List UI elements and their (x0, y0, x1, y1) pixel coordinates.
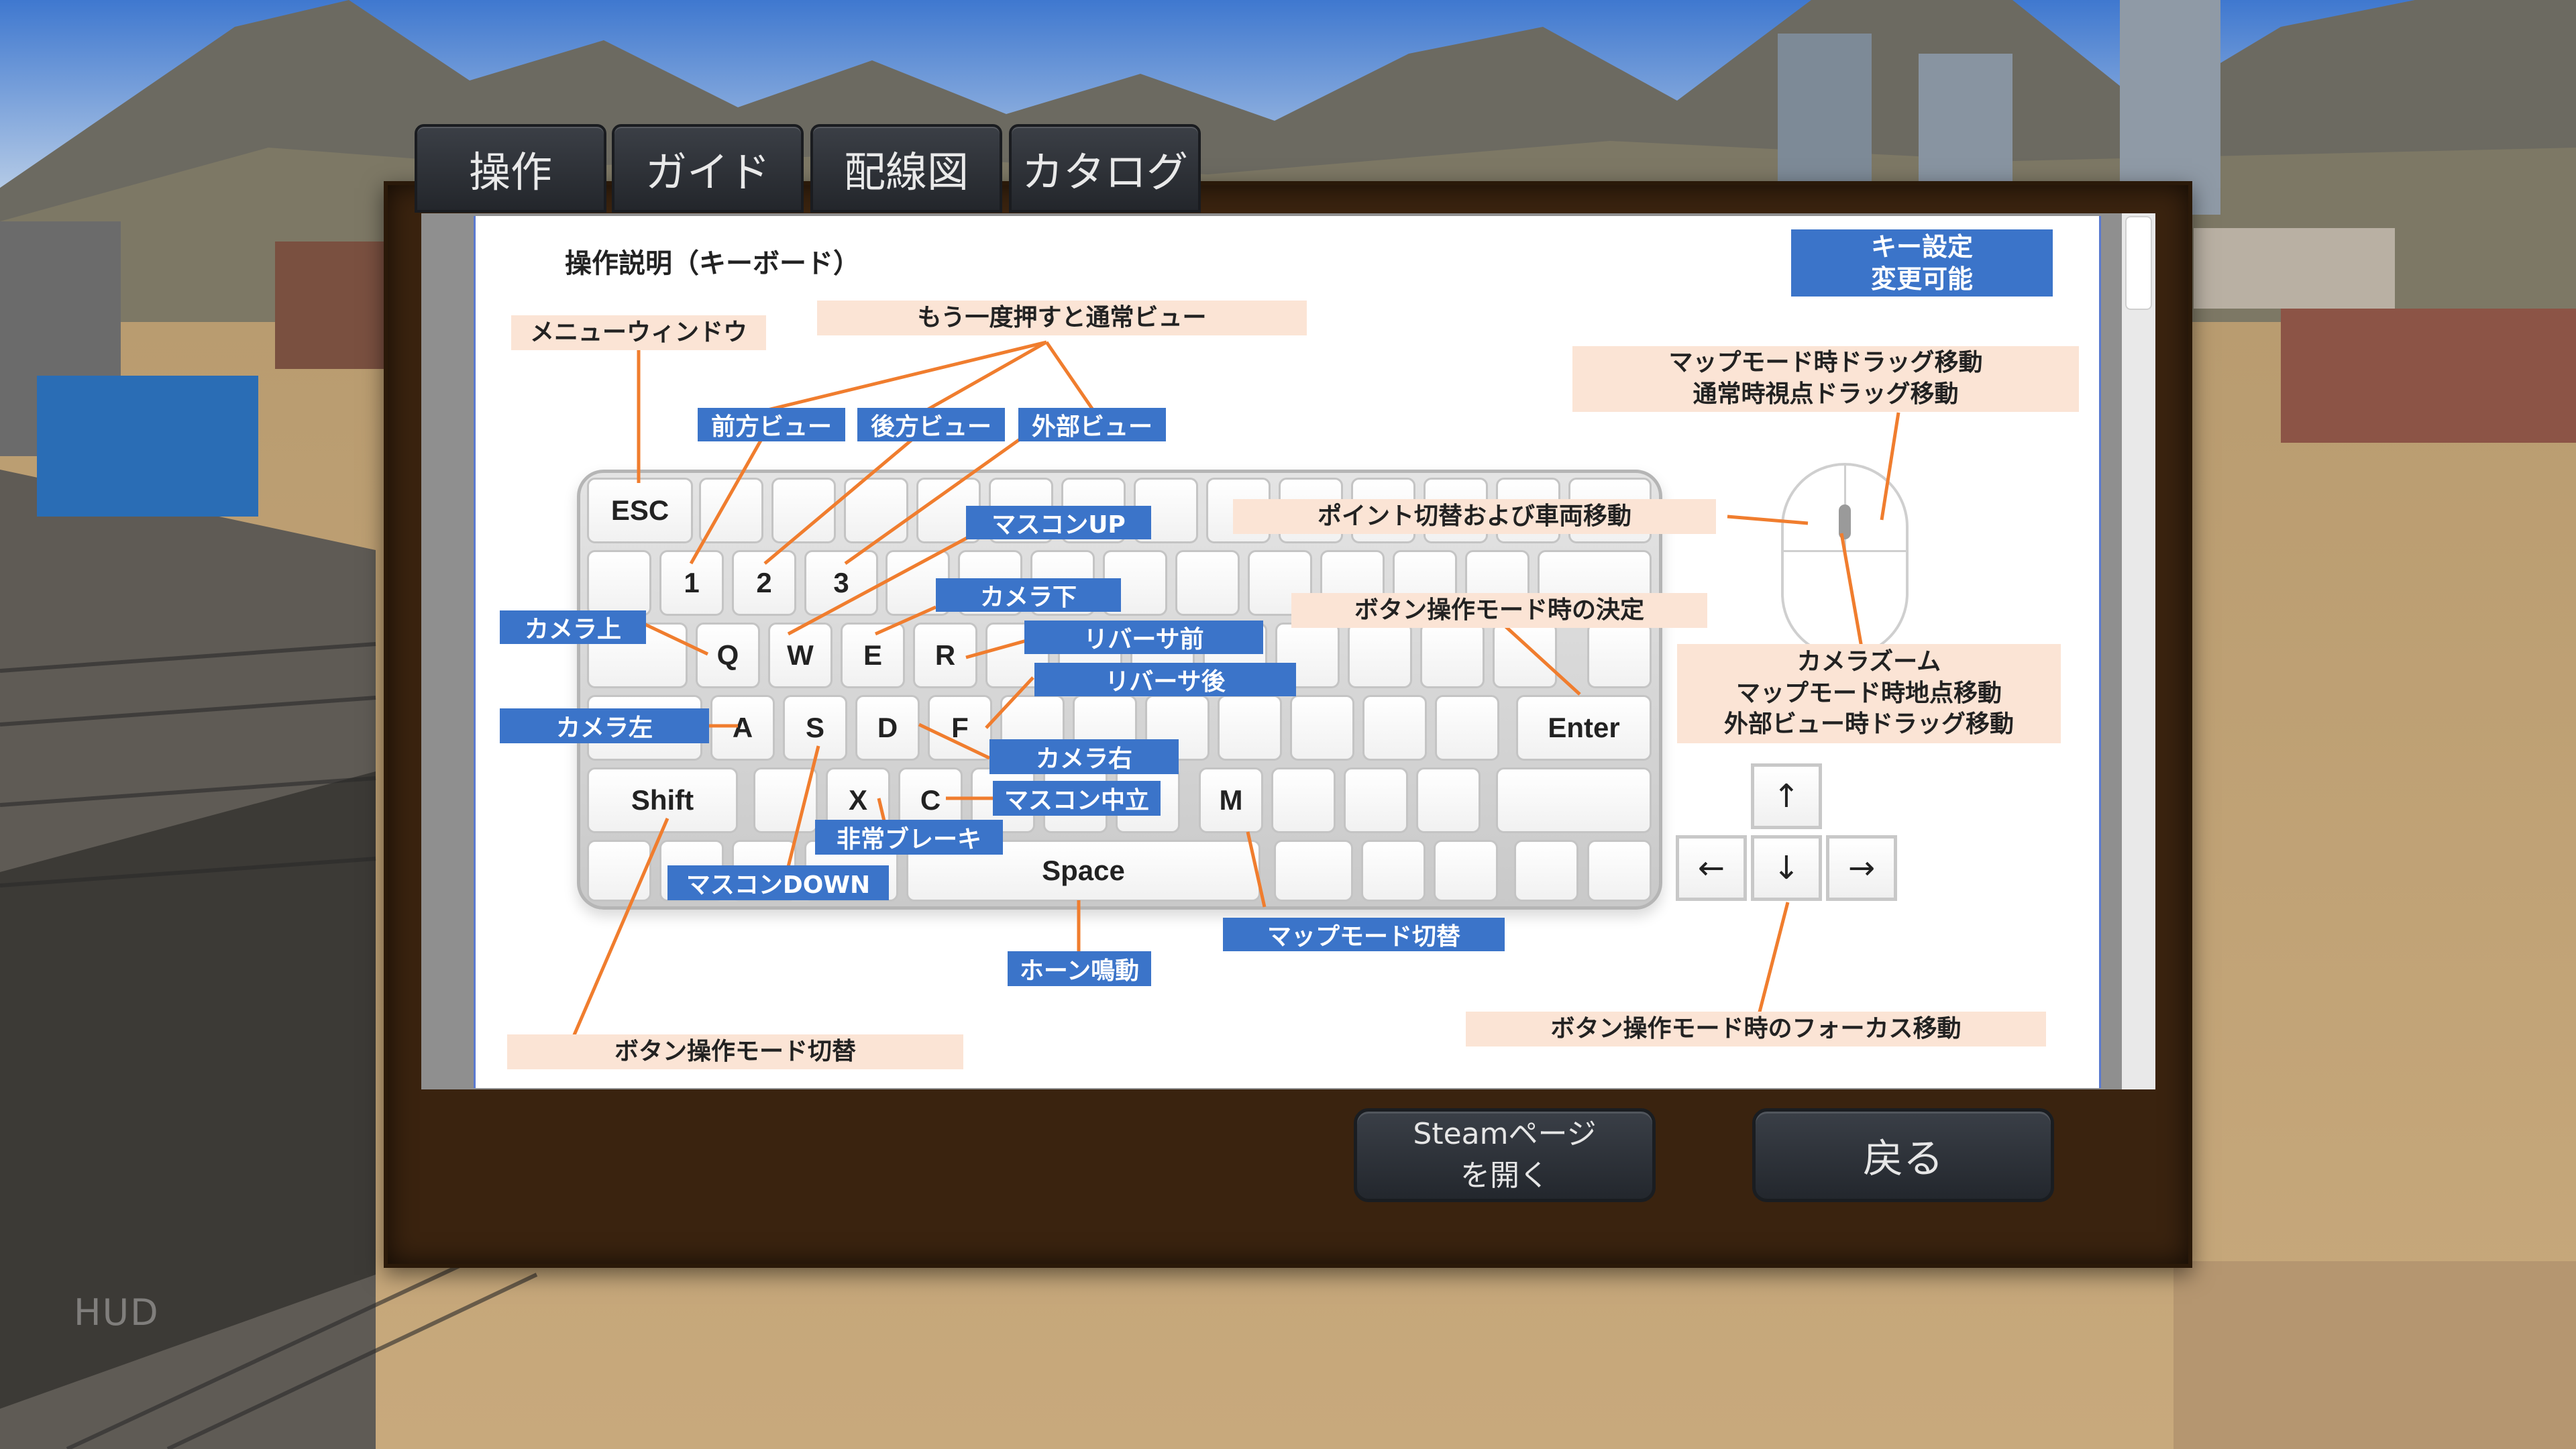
label-reverser-forward: リバーサ前 (1024, 621, 1263, 654)
label-rear-view: 後方ビュー (857, 408, 1005, 441)
label-mascon-down: マスコンDOWN (667, 865, 889, 900)
label-camera-zoom: カメラズーム マップモード時地点移動 外部ビュー時ドラッグ移動 (1677, 644, 2061, 743)
label-emergency-brake: 非常ブレーキ (815, 820, 1003, 855)
label-menu-window: メニューウィンドウ (511, 315, 766, 350)
label-mouse-drag: マップモード時ドラッグ移動 通常時視点ドラッグ移動 (1572, 346, 2079, 412)
zoom-line1: カメラズーム (1796, 647, 1941, 676)
steam-button-line2: を開く (1460, 1159, 1549, 1193)
label-mascon-neutral: マスコン中立 (993, 781, 1161, 816)
label-button-mode-confirm: ボタン操作モード時の決定 (1291, 593, 1707, 628)
back-button-label: 戻る (1863, 1135, 1943, 1183)
back-button[interactable]: 戻る (1752, 1108, 2054, 1202)
open-steam-page-button[interactable]: Steamページ を開く (1354, 1108, 1656, 1202)
label-outer-view: 外部ビュー (1018, 408, 1166, 441)
label-normal-view: もう一度押すと通常ビュー (817, 301, 1307, 335)
mouse-drag-line1: マップモード時ドラッグ移動 (1668, 349, 1983, 377)
steam-button-line1: Steamページ (1413, 1117, 1597, 1151)
label-reverser-back: リバーサ後 (1034, 663, 1296, 696)
zoom-line2: マップモード時地点移動 (1735, 679, 2002, 707)
label-point-switch: ポイント切替および車両移動 (1233, 499, 1716, 534)
label-focus-move: ボタン操作モード時のフォーカス移動 (1466, 1012, 2046, 1046)
mouse-drag-line2: 通常時視点ドラッグ移動 (1693, 380, 1959, 408)
label-camera-left: カメラ左 (500, 708, 709, 743)
label-horn: ホーン鳴動 (1008, 951, 1151, 986)
label-camera-up: カメラ上 (500, 610, 646, 644)
label-front-view: 前方ビュー (698, 408, 845, 441)
zoom-line3: 外部ビュー時ドラッグ移動 (1723, 710, 2014, 739)
label-map-mode-toggle: マップモード切替 (1223, 918, 1505, 951)
label-camera-down: カメラ下 (936, 578, 1121, 612)
label-button-mode-toggle: ボタン操作モード切替 (507, 1034, 963, 1069)
leader-lines (572, 340, 1900, 1037)
label-camera-right: カメラ右 (989, 739, 1179, 774)
label-mascon-up: マスコンUP (966, 506, 1151, 539)
